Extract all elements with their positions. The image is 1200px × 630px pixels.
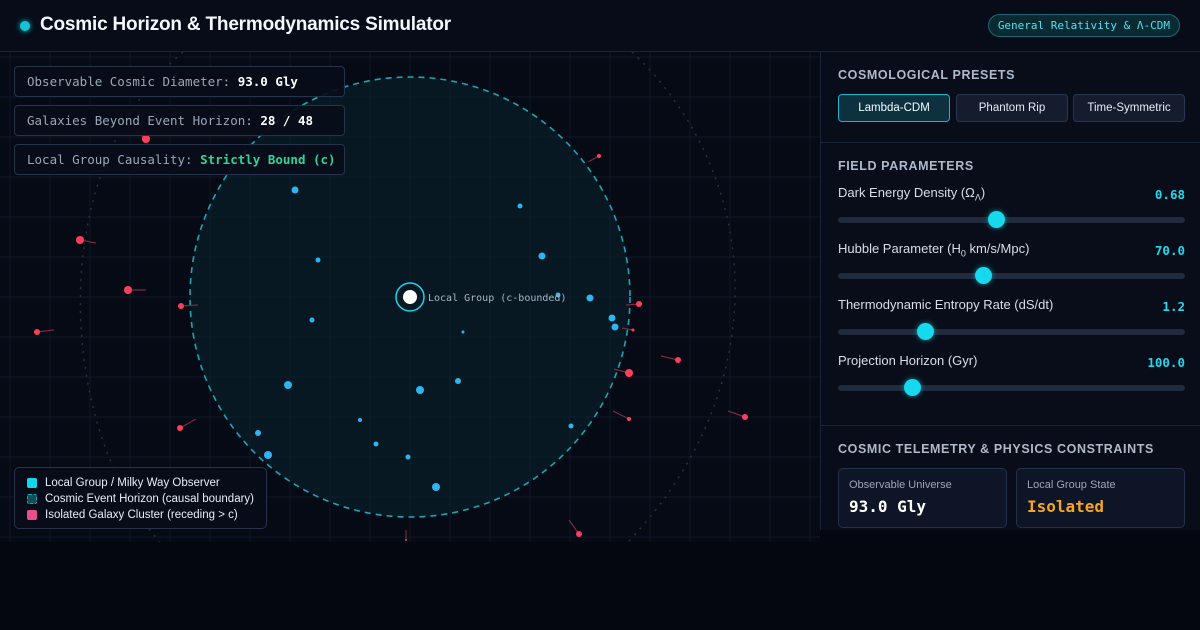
- dark-energy-slider[interactable]: Dark Energy Density (ΩΛ) 0.68: [838, 185, 1185, 235]
- bound-galaxy: [416, 386, 424, 394]
- receding-galaxy: [178, 303, 184, 309]
- bound-galaxy: [538, 252, 546, 260]
- legend-item-event-horizon: Cosmic Event Horizon (causal boundary): [27, 491, 254, 507]
- legend-swatch-icon: [27, 494, 37, 504]
- observer-core[interactable]: [403, 290, 417, 304]
- receding-galaxy: [631, 328, 635, 332]
- slider-track[interactable]: [838, 273, 1185, 279]
- bound-galaxy: [309, 317, 315, 323]
- receding-galaxy: [177, 425, 183, 431]
- app-header: Cosmic Horizon & Thermodynamics Simulato…: [0, 0, 1200, 52]
- bound-galaxy: [284, 381, 292, 389]
- bound-galaxy: [405, 454, 411, 460]
- bound-galaxy: [611, 323, 619, 331]
- status-dot-icon: [20, 21, 30, 31]
- bound-galaxy: [568, 423, 574, 429]
- bound-galaxy: [432, 483, 440, 491]
- observer-label: Local Group (c-bounded): [428, 293, 566, 304]
- projection-horizon-slider[interactable]: Projection Horizon (Gyr) 100.0: [838, 353, 1185, 403]
- map-legend: Local Group / Milky Way Observer Cosmic …: [14, 467, 267, 529]
- model-badge: General Relativity & Λ-CDM: [987, 14, 1180, 37]
- presets-section: COSMOLOGICAL PRESETS Lambda-CDM Phantom …: [821, 52, 1200, 143]
- slider-label: Hubble Parameter (H0 km/s/Mpc): [838, 241, 1030, 259]
- readout-galaxies-beyond-horizon: Galaxies Beyond Event Horizon: 28 / 48: [14, 105, 345, 136]
- slider-label: Dark Energy Density (ΩΛ): [838, 185, 986, 203]
- receding-galaxy: [576, 531, 582, 537]
- card-label: Observable Universe: [849, 479, 952, 491]
- receding-galaxy: [597, 154, 601, 158]
- telemetry-title: COSMIC TELEMETRY & PHYSICS CONSTRAINTS: [838, 442, 1154, 456]
- slider-thumb[interactable]: [975, 267, 993, 284]
- slider-thumb[interactable]: [903, 379, 921, 396]
- slider-thumb[interactable]: [987, 211, 1005, 228]
- slider-value: 1.2: [1162, 299, 1185, 314]
- observable-universe-card: Observable Universe 93.0 Gly: [838, 468, 1007, 528]
- receding-galaxy: [34, 329, 40, 335]
- legend-swatch-icon: [27, 510, 37, 520]
- slider-label: Thermodynamic Entropy Rate (dS/dt): [838, 297, 1054, 312]
- bound-galaxy: [608, 314, 616, 322]
- preset-phantom-rip-button[interactable]: Phantom Rip: [956, 94, 1068, 122]
- slider-label: Projection Horizon (Gyr): [838, 353, 978, 368]
- readout-label: Local Group Causality:: [27, 152, 193, 167]
- legend-item-observer: Local Group / Milky Way Observer: [27, 475, 254, 491]
- readout-value: 28 / 48: [260, 113, 313, 128]
- readout-label: Galaxies Beyond Event Horizon:: [27, 113, 253, 128]
- slider-track[interactable]: [838, 329, 1185, 335]
- readout-value: Strictly Bound (c): [200, 152, 336, 167]
- receding-galaxy: [742, 414, 748, 420]
- receding-galaxy: [675, 357, 681, 363]
- preset-lambda-cdm-button[interactable]: Lambda-CDM: [838, 94, 950, 122]
- receding-galaxy: [142, 135, 150, 143]
- slider-value: 100.0: [1147, 355, 1185, 370]
- params-title: FIELD PARAMETERS: [838, 159, 974, 173]
- bound-galaxy: [358, 418, 362, 422]
- bound-galaxy: [517, 203, 523, 209]
- slider-thumb[interactable]: [917, 323, 935, 340]
- slider-track[interactable]: [838, 385, 1185, 391]
- slider-value: 0.68: [1154, 187, 1185, 202]
- entropy-rate-slider[interactable]: Thermodynamic Entropy Rate (dS/dt) 1.2: [838, 297, 1185, 347]
- card-value: Isolated: [1027, 497, 1105, 516]
- readout-local-group-causality: Local Group Causality: Strictly Bound (c…: [14, 144, 345, 175]
- bound-galaxy: [586, 294, 594, 302]
- app-title: Cosmic Horizon & Thermodynamics Simulato…: [40, 14, 451, 35]
- legend-item-isolated-cluster: Isolated Galaxy Cluster (receding > c): [27, 507, 254, 523]
- readout-cosmic-diameter: Observable Cosmic Diameter: 93.0 Gly: [14, 66, 345, 97]
- slider-track[interactable]: [838, 217, 1185, 223]
- bound-galaxy: [315, 257, 321, 263]
- simulation-viewport[interactable]: Local Group (c-bounded) Observable Cosmi…: [0, 52, 820, 542]
- bound-galaxy: [455, 378, 461, 384]
- preset-time-symmetric-button[interactable]: Time-Symmetric: [1073, 94, 1185, 122]
- card-label: Local Group State: [1027, 479, 1116, 491]
- field-parameters-section: FIELD PARAMETERS Dark Energy Density (ΩΛ…: [821, 143, 1200, 426]
- telemetry-section: COSMIC TELEMETRY & PHYSICS CONSTRAINTS O…: [821, 426, 1200, 530]
- receding-galaxy: [405, 539, 407, 541]
- card-value: 93.0 Gly: [849, 497, 927, 516]
- readout-label: Observable Cosmic Diameter:: [27, 74, 231, 89]
- receding-galaxy: [636, 301, 642, 307]
- presets-title: COSMOLOGICAL PRESETS: [838, 68, 1016, 82]
- local-group-state-card: Local Group State Isolated: [1016, 468, 1185, 528]
- legend-swatch-icon: [27, 478, 37, 488]
- bound-galaxy: [255, 430, 261, 436]
- control-panel: COSMOLOGICAL PRESETS Lambda-CDM Phantom …: [820, 52, 1200, 530]
- hubble-parameter-slider[interactable]: Hubble Parameter (H0 km/s/Mpc) 70.0: [838, 241, 1185, 291]
- bound-galaxy: [291, 186, 299, 194]
- receding-galaxy: [627, 417, 631, 421]
- receding-galaxy: [124, 286, 132, 294]
- receding-galaxy: [76, 236, 84, 244]
- readout-value: 93.0 Gly: [237, 74, 298, 89]
- bound-galaxy: [461, 330, 465, 334]
- slider-value: 70.0: [1154, 243, 1185, 258]
- recession-trail: [612, 410, 630, 420]
- receding-galaxy: [625, 369, 633, 377]
- bound-galaxy: [264, 451, 272, 459]
- bound-galaxy: [373, 441, 379, 447]
